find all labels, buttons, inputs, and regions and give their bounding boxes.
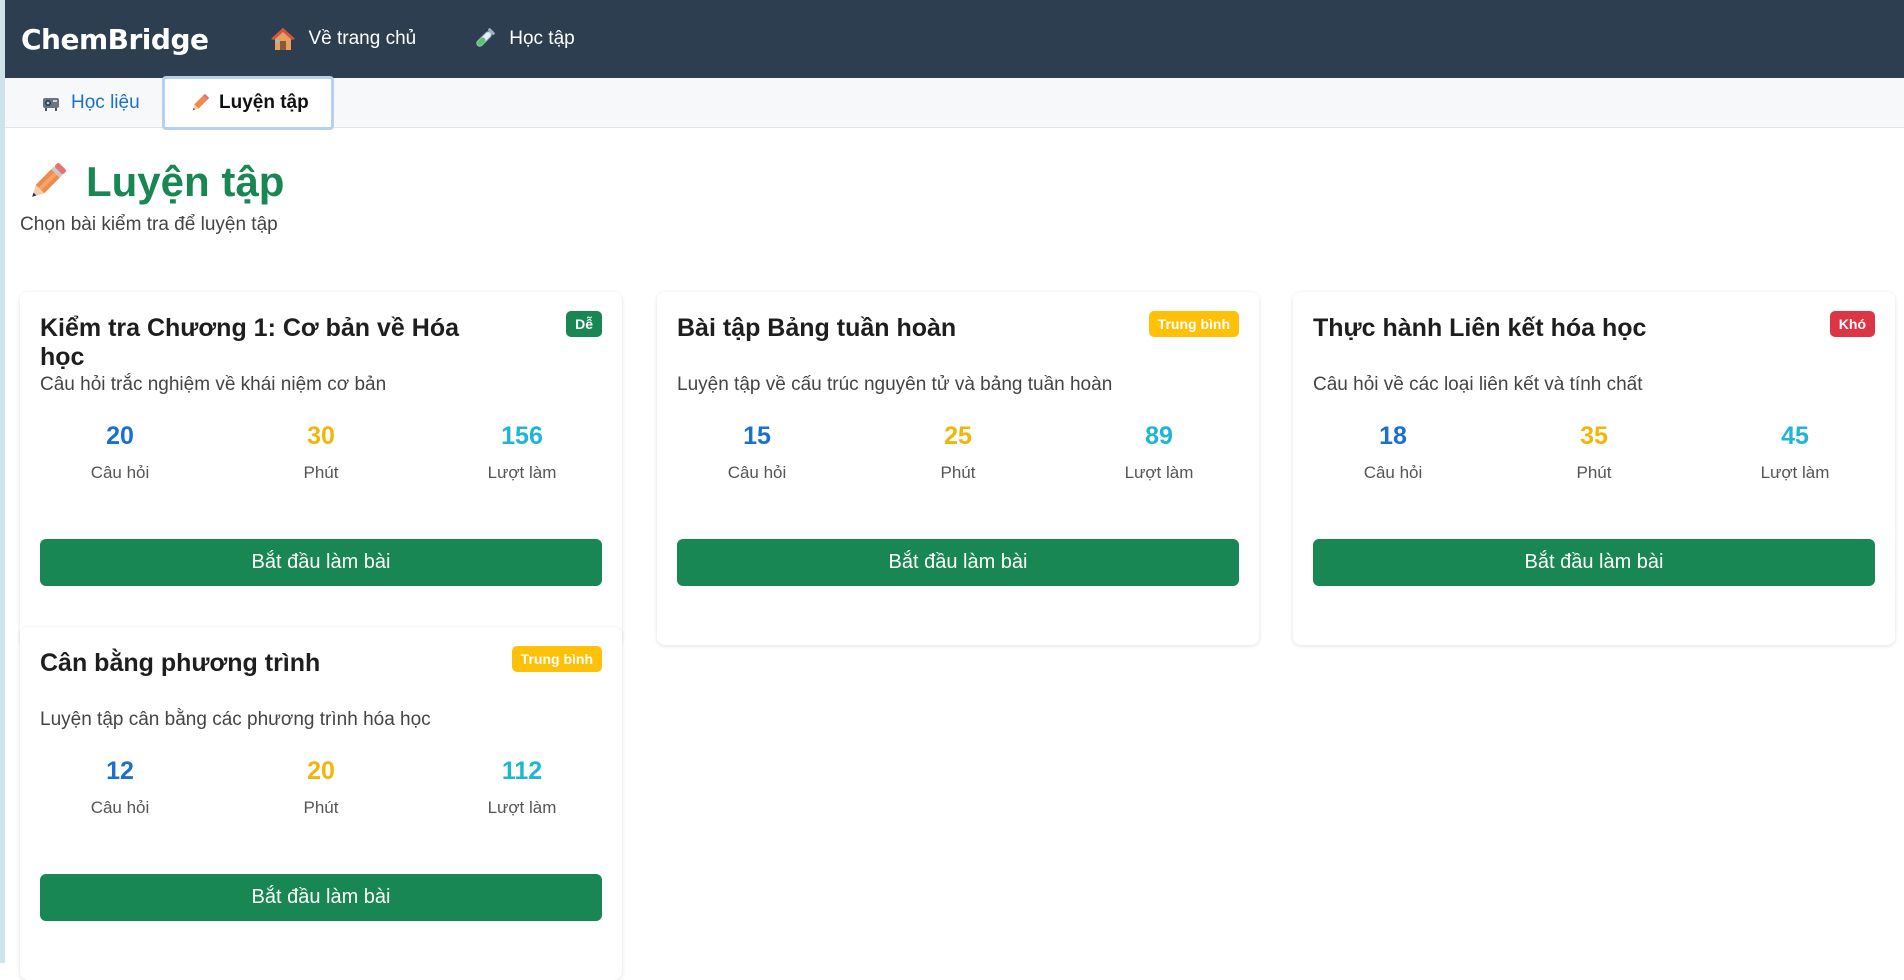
quiz-title: Thực hành Liên kết hóa học	[1313, 314, 1647, 342]
quiz-description: Câu hỏi về các loại liên kết và tính chấ…	[1313, 374, 1643, 395]
stat-minutes-value: 35	[1580, 422, 1608, 450]
stat-questions: 12 Câu hỏi	[60, 757, 180, 818]
stat-questions-label: Câu hỏi	[727, 463, 787, 482]
stat-minutes: 20 Phút	[261, 757, 381, 818]
start-quiz-button[interactable]: Bắt đầu làm bài	[40, 874, 602, 921]
stat-minutes: 35 Phút	[1534, 422, 1654, 483]
stat-minutes-label: Phút	[1576, 463, 1612, 482]
nav-learn-label: Học tập	[509, 28, 575, 49]
stat-minutes-label: Phút	[303, 463, 339, 482]
quiz-title: Kiểm tra Chương 1: Cơ bản về Hóa học	[40, 314, 459, 371]
quiz-description: Câu hỏi trắc nghiệm về khái niệm cơ bản	[40, 374, 387, 395]
pencil-icon	[189, 92, 211, 114]
stat-minutes-value: 30	[307, 422, 335, 450]
quiz-stats: 12 Câu hỏi 20 Phút 112 Lượt làm	[20, 757, 622, 818]
test-tube-icon	[471, 26, 497, 52]
quiz-stats: 20 Câu hỏi 30 Phút 156 Lượt làm	[20, 422, 622, 483]
stat-attempts-label: Lượt làm	[1760, 463, 1830, 482]
stat-attempts-value: 45	[1781, 422, 1809, 450]
quiz-stats: 15 Câu hỏi 25 Phút 89 Lượt làm	[657, 422, 1259, 483]
stat-attempts-label: Lượt làm	[487, 463, 557, 482]
stat-attempts: 45 Lượt làm	[1735, 422, 1855, 483]
stat-minutes-value: 20	[307, 757, 335, 785]
house-icon	[270, 26, 296, 52]
quiz-card: Bài tập Bảng tuần hoàn Trung bình Luyện …	[657, 292, 1259, 645]
tab-materials[interactable]: Học liệu	[41, 78, 140, 128]
page-subtitle: Chọn bài kiểm tra để luyện tập	[20, 214, 278, 235]
nav-home-link[interactable]: Về trang chủ	[270, 26, 416, 52]
app-root: ChemBridge Về trang chủ Học tập Học liệu…	[0, 0, 1904, 980]
pencil-icon	[24, 159, 70, 205]
difficulty-badge: Khó	[1829, 311, 1875, 337]
difficulty-badge: Trung bình	[1148, 311, 1239, 337]
stat-attempts-label: Lượt làm	[1124, 463, 1194, 482]
stat-minutes-label: Phút	[940, 463, 976, 482]
start-quiz-button[interactable]: Bắt đầu làm bài	[40, 539, 602, 586]
quiz-description: Luyện tập về cấu trúc nguyên tử và bảng …	[677, 374, 1113, 395]
stat-questions-label: Câu hỏi	[1363, 463, 1423, 482]
stat-questions-value: 20	[106, 422, 134, 450]
stat-questions-label: Câu hỏi	[90, 798, 150, 817]
page-title-text: Luyện tập	[86, 158, 285, 205]
quiz-card: Kiểm tra Chương 1: Cơ bản về Hóa học Dễ …	[20, 292, 622, 645]
stat-questions: 18 Câu hỏi	[1333, 422, 1453, 483]
stat-attempts-value: 89	[1145, 422, 1173, 450]
nav-learn-link[interactable]: Học tập	[471, 26, 575, 52]
stat-attempts: 112 Lượt làm	[462, 757, 582, 818]
stat-questions-value: 15	[743, 422, 771, 450]
stat-questions-value: 12	[106, 757, 134, 785]
page-title: Luyện tập	[24, 158, 284, 206]
quiz-card: Thực hành Liên kết hóa học Khó Câu hỏi v…	[1293, 292, 1895, 645]
tab-practice-label: Luyện tập	[219, 92, 309, 113]
window-edge	[0, 0, 5, 963]
difficulty-badge: Trung bình	[511, 646, 602, 672]
nav-home-label: Về trang chủ	[308, 28, 417, 49]
tab-practice[interactable]: Luyện tập	[162, 76, 334, 130]
stat-minutes-label: Phút	[303, 798, 339, 817]
stat-minutes: 30 Phút	[261, 422, 381, 483]
tab-materials-label: Học liệu	[71, 92, 140, 113]
stat-questions: 20 Câu hỏi	[60, 422, 180, 483]
quiz-stats: 18 Câu hỏi 35 Phút 45 Lượt làm	[1293, 422, 1895, 483]
stat-questions: 15 Câu hỏi	[697, 422, 817, 483]
stat-questions-value: 18	[1379, 422, 1407, 450]
projector-icon	[41, 92, 63, 114]
quiz-card: Cân bằng phương trình Trung bình Luyện t…	[20, 627, 622, 980]
stat-minutes: 25 Phút	[898, 422, 1018, 483]
difficulty-badge: Dễ	[566, 311, 602, 337]
sub-tab-bar: Học liệu Luyện tập	[5, 76, 1904, 130]
start-quiz-button[interactable]: Bắt đầu làm bài	[677, 539, 1239, 586]
stat-attempts: 89 Lượt làm	[1099, 422, 1219, 483]
quiz-description: Luyện tập cân bằng các phương trình hóa …	[40, 709, 431, 730]
stat-attempts-value: 112	[501, 757, 543, 785]
top-navbar: ChemBridge Về trang chủ Học tập	[5, 0, 1904, 78]
brand-logo[interactable]: ChemBridge	[21, 23, 209, 56]
stat-questions-label: Câu hỏi	[90, 463, 150, 482]
stat-attempts-value: 156	[501, 422, 543, 450]
stat-attempts-label: Lượt làm	[487, 798, 557, 817]
stat-minutes-value: 25	[944, 422, 972, 450]
stat-attempts: 156 Lượt làm	[462, 422, 582, 483]
quiz-title: Bài tập Bảng tuần hoàn	[677, 314, 957, 342]
quiz-title: Cân bằng phương trình	[40, 649, 321, 677]
start-quiz-button[interactable]: Bắt đầu làm bài	[1313, 539, 1875, 586]
